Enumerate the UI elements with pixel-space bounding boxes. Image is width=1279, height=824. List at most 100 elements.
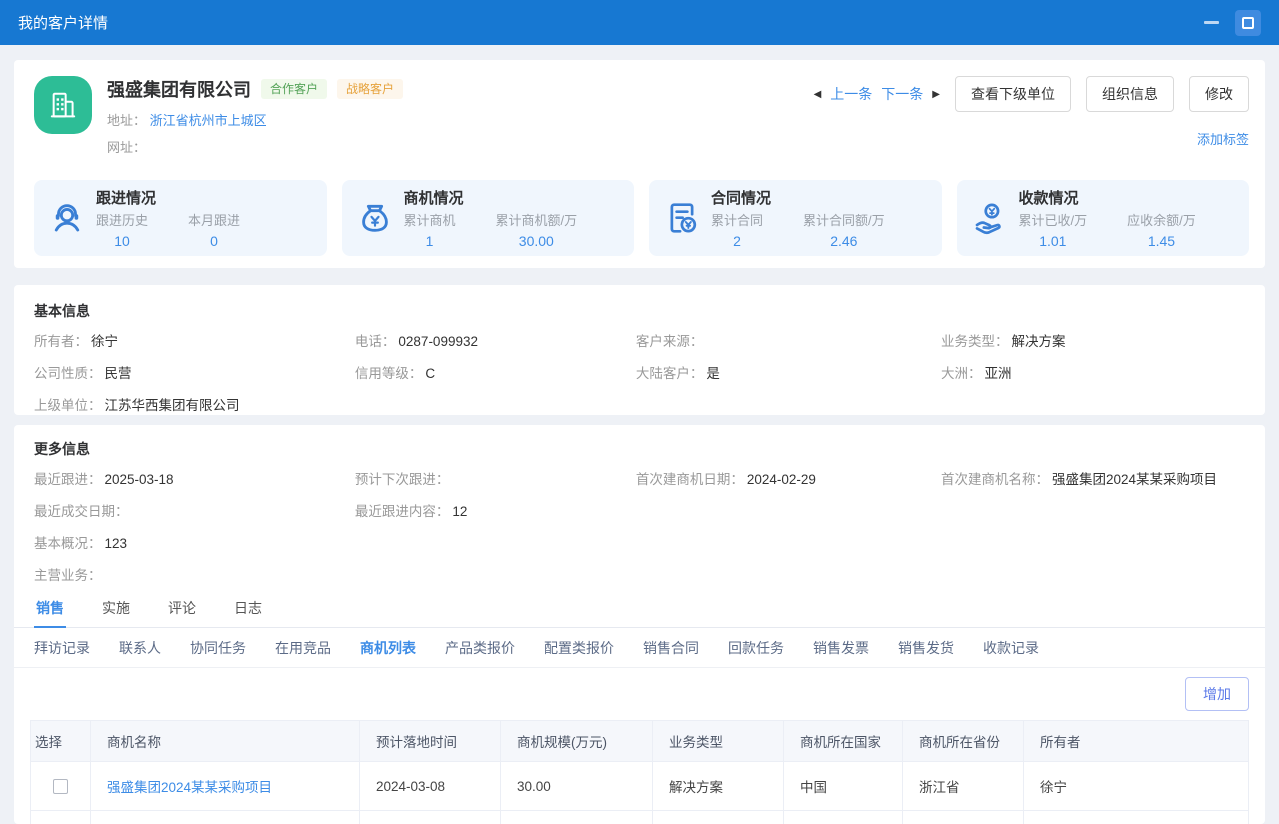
window-title: 我的客户详情 <box>18 12 1204 33</box>
next-record-link[interactable]: 下一条 <box>881 84 923 104</box>
col-business-type: 业务类型 <box>653 721 784 762</box>
cell-country: 中国 <box>784 762 903 811</box>
field-credit-rating: 信用等级：C <box>355 364 636 383</box>
cell-scale: 30.00 <box>501 762 653 811</box>
col-opportunity-name: 商机名称 <box>91 721 360 762</box>
window-controls <box>1204 10 1261 36</box>
opportunity-table: 选择 商机名称 预计落地时间 商机规模(万元) 业务类型 商机所在国家 商机所在… <box>30 720 1249 824</box>
website-label: 网址： <box>107 140 146 155</box>
subtab-sales-contracts[interactable]: 销售合同 <box>643 638 699 658</box>
card-title: 跟进情况 <box>96 187 240 208</box>
metric-receivable-balance: 应收余额/万 1.45 <box>1127 210 1196 249</box>
metric-follow-history: 跟进历史 10 <box>96 210 148 249</box>
stat-card-opportunity: 商机情况 累计商机 1 累计商机额/万 30.00 <box>342 180 635 256</box>
col-owner: 所有者 <box>1024 721 1249 762</box>
subtab-payment-tasks[interactable]: 回款任务 <box>728 638 784 658</box>
table-total-row: 合计 30.00 <box>31 811 1249 824</box>
row-checkbox[interactable] <box>53 779 68 794</box>
subtab-config-quotes[interactable]: 配置类报价 <box>544 638 614 658</box>
stat-cards-row: 跟进情况 跟进历史 10 本月跟进 0 <box>34 180 1249 256</box>
field-customer-source: 客户来源： <box>636 332 941 351</box>
field-main-business: 主营业务： <box>34 566 1245 585</box>
field-owner: 所有者：徐宁 <box>34 332 355 351</box>
more-info-panel: 更多信息 最近跟进：2025-03-18 预计下次跟进： 首次建商机日期：202… <box>14 425 1265 824</box>
add-button[interactable]: 增加 <box>1185 677 1249 711</box>
table-header-row: 选择 商机名称 预计落地时间 商机规模(万元) 业务类型 商机所在国家 商机所在… <box>31 721 1249 762</box>
subtab-competitors[interactable]: 在用竞品 <box>275 638 331 658</box>
address-label: 地址： <box>107 113 146 128</box>
subtab-product-quotes[interactable]: 产品类报价 <box>445 638 515 658</box>
maximize-icon[interactable] <box>1235 10 1261 36</box>
col-country: 商机所在国家 <box>784 721 903 762</box>
subtab-visit-records[interactable]: 拜访记录 <box>34 638 90 658</box>
table-row: 强盛集团2024某某采购项目 2024-03-08 30.00 解决方案 中国 … <box>31 762 1249 811</box>
metric-total-opportunity-amount: 累计商机额/万 30.00 <box>496 210 578 249</box>
metric-total-contract-amount: 累计合同额/万 2.46 <box>803 210 885 249</box>
stat-card-contract: 合同情况 累计合同 2 累计合同额/万 2.46 <box>649 180 942 256</box>
prev-arrow-icon[interactable]: ◀ <box>814 89 822 100</box>
money-bag-icon <box>356 199 394 237</box>
add-tag-link[interactable]: 添加标签 <box>1197 132 1249 147</box>
field-company-nature: 公司性质：民营 <box>34 364 355 383</box>
tab-implementation[interactable]: 实施 <box>100 590 132 627</box>
col-province: 商机所在省份 <box>903 721 1024 762</box>
prev-record-link[interactable]: 上一条 <box>830 84 872 104</box>
cell-owner: 徐宁 <box>1024 762 1249 811</box>
col-select: 选择 <box>31 721 91 762</box>
cell-business-type: 解决方案 <box>653 762 784 811</box>
basic-info-title: 基本信息 <box>34 301 1245 321</box>
subtab-sales-shipments[interactable]: 销售发货 <box>898 638 954 658</box>
metric-total-opportunities: 累计商机 1 <box>404 210 456 249</box>
tab-logs[interactable]: 日志 <box>232 590 264 627</box>
metric-month-follow: 本月跟进 0 <box>188 210 240 249</box>
subtab-contacts[interactable]: 联系人 <box>119 638 161 658</box>
address-link[interactable]: 浙江省杭州市上城区 <box>150 113 267 128</box>
field-basic-overview: 基本概况：123 <box>34 534 1245 553</box>
stat-card-payment: 收款情况 累计已收/万 1.01 应收余额/万 1.45 <box>957 180 1250 256</box>
company-name: 强盛集团有限公司 <box>107 76 251 102</box>
field-last-follow-content: 最近跟进内容：12 <box>355 502 636 521</box>
metric-total-received: 累计已收/万 1.01 <box>1019 210 1088 249</box>
subtab-collab-tasks[interactable]: 协同任务 <box>190 638 246 658</box>
headset-person-icon <box>48 199 86 237</box>
field-phone: 电话：0287-099932 <box>355 332 636 351</box>
field-last-follow: 最近跟进：2025-03-18 <box>34 470 355 489</box>
minimize-icon[interactable] <box>1204 21 1219 24</box>
col-scale: 商机规模(万元) <box>501 721 653 762</box>
field-first-opportunity-name: 首次建商机名称：强盛集团2024某某采购项目 <box>941 470 1245 489</box>
company-avatar <box>34 76 92 134</box>
sub-tabs: 拜访记录 联系人 协同任务 在用竞品 商机列表 产品类报价 配置类报价 销售合同… <box>14 628 1265 668</box>
card-title: 收款情况 <box>1019 187 1196 208</box>
col-expected-date: 预计落地时间 <box>360 721 501 762</box>
company-summary: 强盛集团有限公司 合作客户 战略客户 地址： 浙江省杭州市上城区 网址： ◀ 上… <box>34 76 1249 156</box>
edit-button[interactable]: 修改 <box>1189 76 1249 112</box>
view-sub-units-button[interactable]: 查看下级单位 <box>955 76 1071 112</box>
tab-sales[interactable]: 销售 <box>34 590 66 628</box>
subtab-opportunity-list[interactable]: 商机列表 <box>360 638 416 658</box>
titlebar: 我的客户详情 <box>0 0 1279 45</box>
stat-card-followup: 跟进情况 跟进历史 10 本月跟进 0 <box>34 180 327 256</box>
more-info-title: 更多信息 <box>34 439 1245 459</box>
total-scale: 30.00 <box>501 811 653 824</box>
field-next-follow: 预计下次跟进： <box>355 470 636 489</box>
card-title: 合同情况 <box>711 187 885 208</box>
field-continent: 大洲：亚洲 <box>941 364 1245 383</box>
cell-expected-date: 2024-03-08 <box>360 762 501 811</box>
subtab-receipt-records[interactable]: 收款记录 <box>983 638 1039 658</box>
tag-strategic-customer: 战略客户 <box>337 79 403 99</box>
tab-comments[interactable]: 评论 <box>166 590 198 627</box>
next-arrow-icon[interactable]: ▶ <box>932 89 940 100</box>
field-mainland-customer: 大陆客户：是 <box>636 364 941 383</box>
main-tabs: 销售 实施 评论 日志 <box>14 590 1265 628</box>
org-info-button[interactable]: 组织信息 <box>1086 76 1174 112</box>
opportunity-name-link[interactable]: 强盛集团2024某某采购项目 <box>107 780 272 795</box>
customer-header-panel: 强盛集团有限公司 合作客户 战略客户 地址： 浙江省杭州市上城区 网址： ◀ 上… <box>14 60 1265 268</box>
cell-province: 浙江省 <box>903 762 1024 811</box>
tag-cooperative-customer: 合作客户 <box>261 79 327 99</box>
subtab-sales-invoices[interactable]: 销售发票 <box>813 638 869 658</box>
metric-total-contracts: 累计合同 2 <box>711 210 763 249</box>
contract-icon <box>663 199 701 237</box>
field-last-deal-date: 最近成交日期： <box>34 502 355 521</box>
basic-info-panel: 基本信息 所有者：徐宁 电话：0287-099932 客户来源： 业务类型：解决… <box>14 285 1265 415</box>
card-title: 商机情况 <box>404 187 578 208</box>
